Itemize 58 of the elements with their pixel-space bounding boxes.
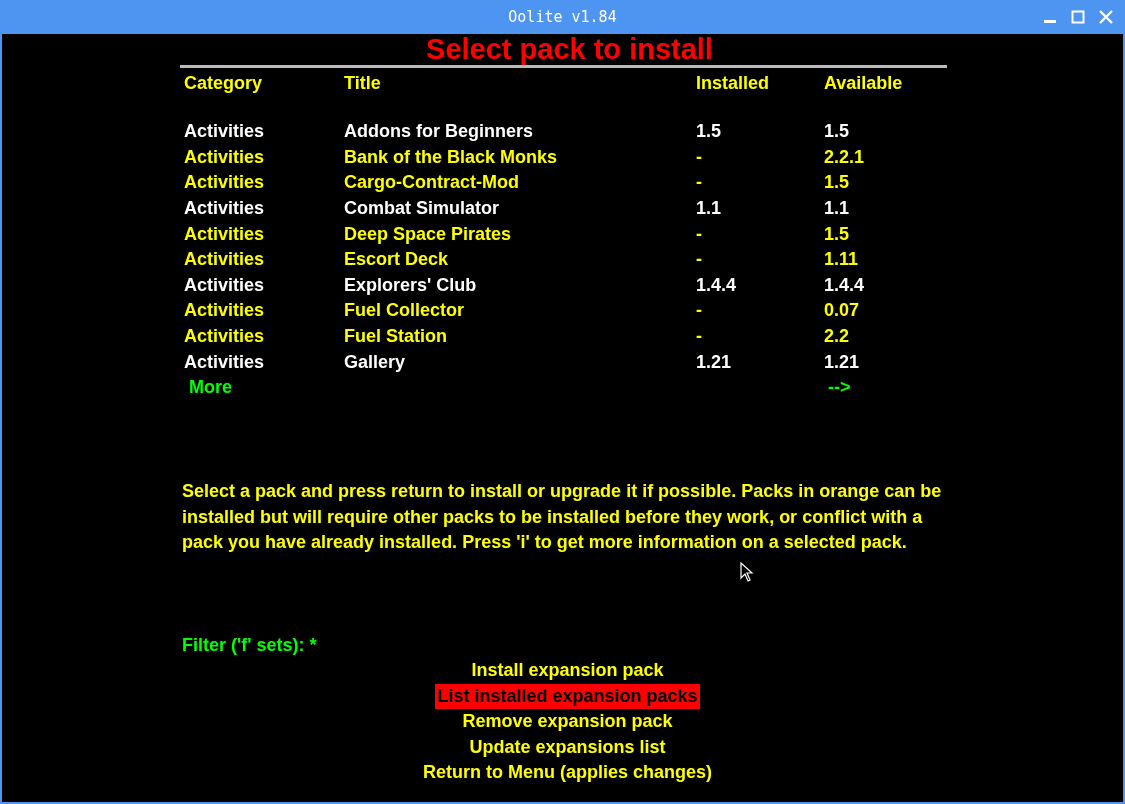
table-cell[interactable]: Fuel Station: [344, 326, 447, 347]
table-cell[interactable]: Explorers' Club: [344, 274, 477, 295]
table-cell[interactable]: Activities: [184, 121, 265, 142]
table-cell[interactable]: Activities: [184, 274, 265, 295]
table-cell[interactable]: Gallery: [344, 351, 406, 372]
table-cell[interactable]: Activities: [184, 249, 265, 270]
column-header: Available: [824, 72, 903, 93]
mouse-pointer-icon: [740, 562, 754, 582]
table-cell[interactable]: -: [696, 300, 702, 321]
table-cell[interactable]: 1.5: [696, 121, 722, 142]
table-cell[interactable]: -: [696, 326, 702, 347]
screen-heading: Select pack to install: [425, 34, 714, 64]
table-cell[interactable]: Activities: [184, 146, 265, 167]
table-cell[interactable]: 1.11: [824, 249, 859, 270]
help-text: Select a pack and press return to install or upgrade it if possible. Packs in orange can be installed but will require other packs to be installed before they work, or conflict with a pack you have already installed. Press 'i' to get more information on a selected pack.: [182, 480, 943, 555]
window-title: Oolite v1.84: [508, 6, 617, 28]
maximize-icon[interactable]: [1071, 10, 1085, 24]
table-cell[interactable]: -: [696, 146, 702, 167]
menu-item[interactable]: List installed expansion packs: [435, 683, 700, 710]
table-cell[interactable]: Deep Space Pirates: [344, 223, 512, 244]
filter-text: Filter ('f' sets): *: [182, 634, 317, 657]
table-cell[interactable]: 1.21: [824, 351, 860, 372]
table-cell[interactable]: 1.4.4: [824, 274, 865, 295]
table-cell[interactable]: Activities: [184, 300, 265, 321]
table-cell[interactable]: Activities: [184, 326, 265, 347]
menu-item[interactable]: Update expansions list: [467, 734, 668, 761]
more-link[interactable]: More: [189, 377, 232, 398]
table-cell[interactable]: 2.2.1: [824, 146, 865, 167]
next-page-arrow[interactable]: -->: [828, 377, 851, 398]
table-cell[interactable]: Addons for Beginners: [344, 121, 533, 142]
table-cell[interactable]: Activities: [184, 351, 265, 372]
table-cell[interactable]: Escort Deck: [344, 249, 449, 270]
table-cell[interactable]: 1.1: [824, 198, 850, 219]
table-cell[interactable]: -: [696, 249, 702, 270]
column-header: Title: [344, 72, 381, 93]
table-cell[interactable]: 1.5: [824, 121, 850, 142]
table-cell[interactable]: Activities: [184, 223, 265, 244]
table-cell[interactable]: 2.2: [824, 326, 850, 347]
column-header: Category: [184, 72, 263, 93]
table-cell[interactable]: 1.5: [824, 172, 850, 193]
close-icon[interactable]: [1099, 10, 1113, 24]
table-cell[interactable]: 1.4.4: [696, 274, 737, 295]
table-cell[interactable]: Bank of the Black Monks: [344, 146, 558, 167]
table-cell[interactable]: Activities: [184, 198, 265, 219]
table-cell[interactable]: Combat Simulator: [344, 198, 499, 219]
table-cell[interactable]: -: [696, 172, 702, 193]
table-cell[interactable]: Cargo-Contract-Mod: [344, 172, 519, 193]
table-cell[interactable]: Activities: [184, 172, 265, 193]
column-header: Installed: [696, 72, 770, 93]
menu-item[interactable]: Remove expansion pack: [460, 709, 675, 735]
table-cell[interactable]: 1.21: [696, 351, 732, 372]
table-cell[interactable]: 0.07: [824, 300, 860, 321]
table-cell[interactable]: 1.5: [824, 223, 850, 244]
table-cell[interactable]: -: [696, 223, 702, 244]
table-cell[interactable]: 1.1: [696, 198, 722, 219]
menu-item[interactable]: Return to Menu (applies changes): [421, 760, 714, 786]
menu-item[interactable]: Install expansion pack: [469, 658, 666, 684]
table-cell[interactable]: Fuel Collector: [344, 300, 464, 321]
